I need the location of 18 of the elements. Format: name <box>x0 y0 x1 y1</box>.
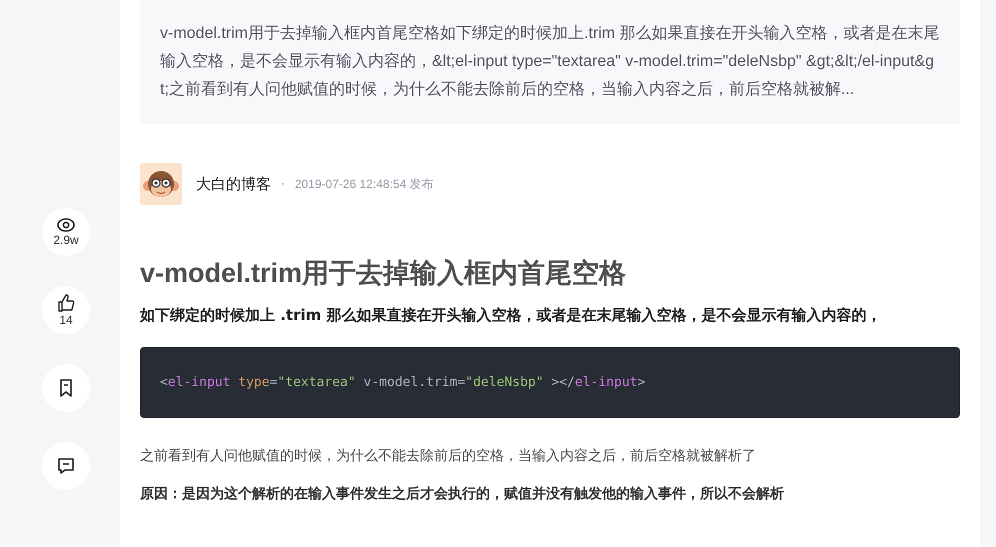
intro-text: 如下绑定的时候加上 .trim 那么如果直接在开头输入空格，或者是在末尾输入空格，是不会显示有输入内容的， <box>140 305 882 326</box>
like-button[interactable]: 14 <box>42 286 90 334</box>
views-button[interactable]: 2.9w <box>42 208 90 256</box>
bookmark-icon <box>59 379 73 397</box>
eye-icon <box>57 218 75 232</box>
comment-button[interactable] <box>42 442 90 490</box>
reason-text: 原因：是因为这个解析的在输入事件发生之后才会执行的，赋值并没有触发他的输入事件，所以不会解析 <box>140 484 785 504</box>
thumbs-up-icon <box>57 294 75 312</box>
article-summary: v-model.trim用于去掉输入框内首尾空格如下绑定的时候加上.trim 那么如果直接在开头输入空格，或者是在末尾输入空格，是不会显示有输入内容的，&lt;el-input type="textarea" v-model.trim="deleNsbp" &gt;&lt;/el-input&gt;之前看到有人问他赋值的时候，为什么不能去除前后的空格，当输入内容之后，前后空格就被解... <box>140 0 960 124</box>
separator-dot: · <box>281 177 285 191</box>
article-title: v-model.trim用于去掉输入框内首尾空格 <box>140 257 628 290</box>
bookmark-button[interactable] <box>42 364 90 412</box>
publish-date: 2019-07-26 12:48:54 发布 <box>294 176 434 192</box>
body-text: 之前看到有人问他赋值的时候，为什么不能去除前后的空格，当输入内容之后，前后空格就被解析了 <box>140 447 757 466</box>
monkey-avatar-icon <box>140 163 182 205</box>
author-name[interactable]: 大白的博客 <box>196 174 271 194</box>
code-line: <el-input type="textarea" v-model.trim="deleNsbp" ></el-input> <box>160 375 646 390</box>
comment-icon <box>57 457 75 475</box>
